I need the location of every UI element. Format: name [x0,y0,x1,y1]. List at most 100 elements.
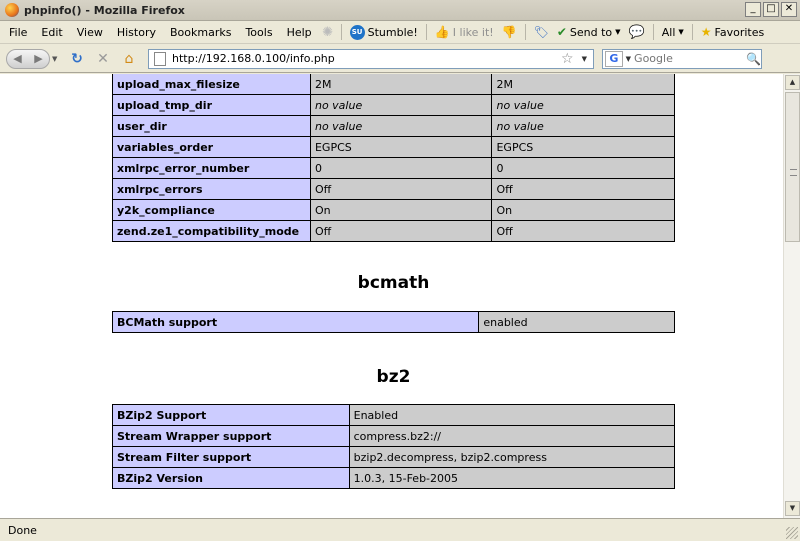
vertical-scrollbar[interactable]: ▲ ▼ [783,74,800,518]
menu-separator [524,24,526,40]
favorites-button[interactable]: ★ Favorites [697,25,768,39]
minimize-button[interactable]: _ [745,2,761,17]
address-bar: ☆ ▼ [148,48,594,69]
menu-bar: File Edit View History Bookmarks Tools H… [0,21,800,44]
directive-name: xmlrpc_errors [112,178,311,200]
bcmath-table: BCMath support enabled [111,311,675,333]
scrollbar-thumb[interactable] [785,92,800,242]
menu-separator [340,24,342,40]
thumbs-down-icon: 👎 [501,25,517,39]
close-button[interactable]: ✕ [781,2,797,17]
menu-bookmarks[interactable]: Bookmarks [163,26,238,39]
master-value: On [491,199,675,221]
send-to-button[interactable]: ✔ Send to ▼ [553,25,625,39]
chevron-down-icon: ▼ [615,28,621,36]
master-value: Off [491,220,675,242]
like-label: I like it! [452,25,494,39]
comment-button[interactable]: 💬 [625,25,649,40]
directive-name: upload_max_filesize [112,74,311,95]
status-bar: Done [0,518,800,541]
directive-name: variables_order [112,136,311,158]
local-value: 0 [309,157,493,179]
chevron-down-icon: ▼ [678,28,684,36]
feature-name: BZip2 Version [112,467,350,489]
directive-name: user_dir [112,115,311,137]
firefox-icon [5,3,19,17]
feature-name: BCMath support [111,311,480,333]
menu-help[interactable]: Help [280,26,319,39]
dislike-button[interactable]: 👎 [498,25,521,39]
master-value: no value [491,94,675,116]
search-icon[interactable]: 🔍 [746,52,761,66]
feature-name: Stream Filter support [112,446,350,468]
window-title: phpinfo() - Mozilla Firefox [24,3,185,17]
speech-bubble-icon: 💬 [628,24,645,40]
resize-grip-icon[interactable] [786,527,798,539]
feature-name: BZip2 Support [112,404,350,426]
section-title-bcmath: bcmath [357,273,430,293]
menu-separator [691,24,693,40]
tag-icon: 🏷 [533,25,549,39]
stumble-label: Stumble! [367,25,418,39]
table-row: BZip2 Version 1.0.3, 15-Feb-2005 [112,467,676,489]
menu-edit[interactable]: Edit [34,26,69,39]
bookmark-star-icon[interactable]: ☆ [561,51,574,67]
forward-arrow-icon[interactable]: ▶ [34,52,42,65]
master-value: no value [491,115,675,137]
scroll-up-arrow-icon[interactable]: ▲ [785,75,800,90]
local-value: Off [309,178,493,200]
maximize-button[interactable]: □ [763,2,779,17]
table-row: upload_max_filesize 2M 2M [112,74,675,95]
send-to-label: Send to [569,25,613,39]
like-button[interactable]: 👍 I like it! [431,25,498,39]
master-value: Off [491,178,675,200]
local-value: On [309,199,493,221]
history-dropdown-icon[interactable]: ▼ [52,55,62,63]
feature-value: Enabled [348,404,676,426]
url-dropdown-icon[interactable]: ▼ [582,55,587,63]
search-bar: G ▼ 🔍 [602,48,762,69]
feature-value: compress.bz2:// [348,425,676,447]
feature-value: bzip2.decompress, bzip2.compress [348,446,676,468]
table-row: upload_tmp_dir no value no value [112,94,675,116]
directive-name: xmlrpc_error_number [112,157,311,179]
table-row: xmlrpc_errors Off Off [112,178,675,200]
search-input[interactable] [634,52,745,65]
feature-name: Stream Wrapper support [112,425,350,447]
table-row: BZip2 Support Enabled [112,404,676,426]
stumbleupon-icon: SU [349,24,365,40]
page-content: upload_max_filesize 2M 2M upload_tmp_dir… [0,74,783,518]
menu-tools[interactable]: Tools [238,26,279,39]
menu-history[interactable]: History [110,26,163,39]
all-label: All [661,25,676,39]
local-value: no value [309,94,493,116]
table-row: variables_order EGPCS EGPCS [112,136,675,158]
back-forward-buttons: ◀ ▶ [6,48,50,69]
home-icon[interactable]: ⌂ [118,49,140,69]
favorites-label: Favorites [714,25,765,39]
table-row: xmlrpc_error_number 0 0 [112,157,675,179]
menu-file[interactable]: File [0,26,34,39]
back-arrow-icon[interactable]: ◀ [13,52,21,65]
master-value: 2M [491,74,675,95]
table-row: Stream Filter support bzip2.decompress, … [112,446,676,468]
scrollbar-grip-icon [790,169,797,176]
all-dropdown[interactable]: All ▼ [658,26,688,39]
status-text: Done [8,523,37,537]
reload-icon[interactable]: ↻ [66,49,88,69]
tag-button[interactable]: 🏷 [530,25,553,39]
stop-icon[interactable]: ✕ [92,49,114,69]
scroll-down-arrow-icon[interactable]: ▼ [785,501,800,516]
master-value: EGPCS [491,136,675,158]
google-engine-icon[interactable]: G [605,50,623,67]
menu-view[interactable]: View [70,26,110,39]
engine-dropdown-icon[interactable]: ▼ [626,55,631,63]
local-value: Off [309,220,493,242]
directive-name: upload_tmp_dir [112,94,311,116]
feature-value: enabled [478,311,675,333]
directive-name: y2k_compliance [112,199,311,221]
directive-name: zend.ze1_compatibility_mode [112,220,311,242]
url-input[interactable] [172,52,562,65]
stumble-button[interactable]: SU Stumble! [346,24,422,40]
title-bar: phpinfo() - Mozilla Firefox _ □ ✕ [0,0,800,21]
